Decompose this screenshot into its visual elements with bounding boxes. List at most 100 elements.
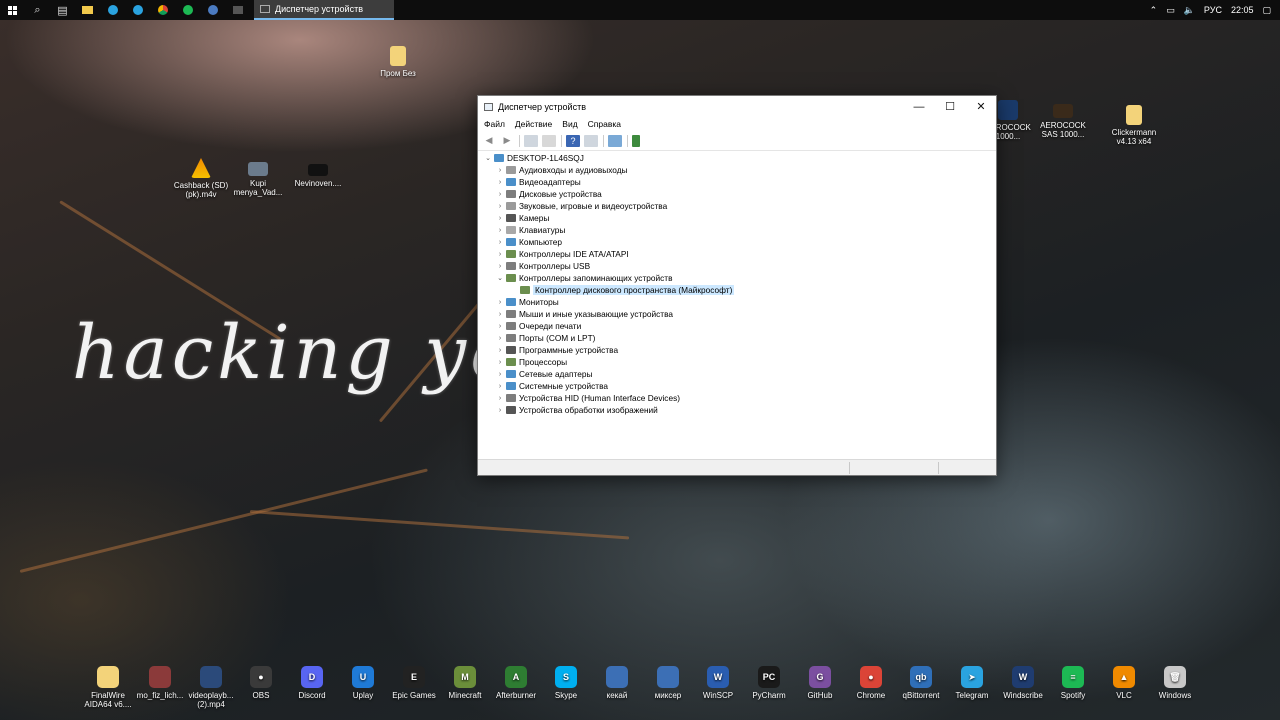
desktop-icon-cashback[interactable]: Cashback (SD) (pk).m4v: [170, 158, 232, 199]
desktop-shortcut[interactable]: A Afterburner: [488, 666, 544, 700]
task-view-icon[interactable]: ▤: [50, 0, 75, 20]
search-icon[interactable]: ⌕: [25, 0, 50, 20]
tree-item[interactable]: › Мыши и иные указывающие устройства: [479, 308, 995, 320]
desktop-shortcut[interactable]: U Uplay: [335, 666, 391, 700]
chevron-right-icon[interactable]: ›: [495, 251, 505, 258]
chevron-right-icon[interactable]: ›: [495, 323, 505, 330]
tree-item[interactable]: ⌄ Контроллеры запоминающих устройств: [479, 272, 995, 284]
tree-item[interactable]: › Системные устройства: [479, 380, 995, 392]
chevron-right-icon[interactable]: ›: [495, 179, 505, 186]
chevron-right-icon[interactable]: ›: [495, 311, 505, 318]
chevron-right-icon[interactable]: ›: [495, 407, 505, 414]
desktop-shortcut[interactable]: E Epic Games: [386, 666, 442, 700]
chevron-right-icon[interactable]: ›: [495, 299, 505, 306]
desktop-shortcut[interactable]: ≡ Spotify: [1045, 666, 1101, 700]
desktop-shortcut[interactable]: videoplayb... (2).mp4: [183, 666, 239, 709]
monitor-icon[interactable]: [608, 134, 622, 147]
chevron-right-icon[interactable]: ›: [495, 263, 505, 270]
menu-view[interactable]: Вид: [562, 119, 577, 129]
tree-item[interactable]: › Порты (COM и LPT): [479, 332, 995, 344]
back-icon[interactable]: ◀: [482, 135, 496, 147]
desktop-shortcut[interactable]: qb qBittorrent: [893, 666, 949, 700]
tree-item[interactable]: › Камеры: [479, 212, 995, 224]
forward-icon[interactable]: ▶: [500, 135, 514, 147]
tree-item[interactable]: › Мониторы: [479, 296, 995, 308]
chevron-down-icon[interactable]: ⌄: [495, 274, 505, 282]
tree-item[interactable]: › Видеоадаптеры: [479, 176, 995, 188]
explorer-icon[interactable]: [75, 0, 100, 20]
close-button[interactable]: ✕: [966, 96, 996, 117]
tree-item[interactable]: › Контроллеры IDE ATA/ATAPI: [479, 248, 995, 260]
language-indicator[interactable]: РУС: [1204, 5, 1222, 15]
chevron-right-icon[interactable]: ›: [495, 347, 505, 354]
chevron-down-icon[interactable]: ⌄: [483, 154, 493, 162]
tree-child-item[interactable]: Контроллер дискового пространства (Майкр…: [479, 284, 995, 296]
tree-item[interactable]: › Устройства HID (Human Interface Devices…: [479, 392, 995, 404]
network-icon[interactable]: ▭: [1166, 5, 1175, 16]
menu-action[interactable]: Действие: [515, 119, 552, 129]
minimize-button[interactable]: —: [904, 96, 934, 117]
tree-item[interactable]: › Компьютер: [479, 236, 995, 248]
tree-item[interactable]: › Программные устройства: [479, 344, 995, 356]
update-driver-icon[interactable]: [632, 134, 640, 147]
chevron-right-icon[interactable]: ›: [495, 359, 505, 366]
clock[interactable]: 22:05: [1231, 5, 1254, 15]
tree-item[interactable]: › Аудиовходы и аудиовыходы: [479, 164, 995, 176]
desktop-shortcut[interactable]: миксер: [640, 666, 696, 700]
show-hide-icon[interactable]: [542, 134, 556, 147]
desktop-shortcut[interactable]: ➤ Telegram: [944, 666, 1000, 700]
desktop-shortcut[interactable]: W Windscribe: [995, 666, 1051, 700]
desktop-shortcut[interactable]: G GitHub: [792, 666, 848, 700]
tree-item[interactable]: › Клавиатуры: [479, 224, 995, 236]
menu-help[interactable]: Справка: [588, 119, 621, 129]
chevron-right-icon[interactable]: ›: [495, 167, 505, 174]
desktop-shortcut[interactable]: 🗑 Windows: [1147, 666, 1203, 700]
chevron-right-icon[interactable]: ›: [495, 227, 505, 234]
taskbar-active-window[interactable]: Диспетчер устройств: [254, 0, 394, 20]
title-bar[interactable]: Диспетчер устройств — ☐ ✕: [478, 96, 996, 117]
notification-icon[interactable]: ▢: [1262, 5, 1271, 16]
desktop-shortcut[interactable]: M Minecraft: [437, 666, 493, 700]
app-icon[interactable]: [225, 0, 250, 20]
desktop-shortcut[interactable]: ▲ VLC: [1096, 666, 1152, 700]
desktop-icon-prom[interactable]: Пром Без: [367, 46, 429, 78]
chevron-right-icon[interactable]: ›: [495, 215, 505, 222]
telegram-icon[interactable]: [100, 0, 125, 20]
tree-item[interactable]: › Устройства обработки изображений: [479, 404, 995, 416]
desktop-shortcut[interactable]: D Discord: [284, 666, 340, 700]
chrome-icon[interactable]: [150, 0, 175, 20]
desktop-shortcut[interactable]: ● OBS: [233, 666, 289, 700]
chevron-right-icon[interactable]: ›: [495, 395, 505, 402]
maximize-button[interactable]: ☐: [935, 96, 965, 117]
chevron-right-icon[interactable]: ›: [495, 383, 505, 390]
chevron-up-icon[interactable]: ⌃: [1150, 5, 1158, 16]
tree-item[interactable]: › Очереди печати: [479, 320, 995, 332]
chevron-right-icon[interactable]: ›: [495, 203, 505, 210]
help-icon[interactable]: ?: [566, 134, 580, 147]
tree-item[interactable]: › Процессоры: [479, 356, 995, 368]
tree-item[interactable]: › Дисковые устройства: [479, 188, 995, 200]
chevron-right-icon[interactable]: ›: [495, 371, 505, 378]
volume-icon[interactable]: 🔈: [1184, 5, 1195, 16]
steam-icon[interactable]: [200, 0, 225, 20]
chevron-right-icon[interactable]: ›: [495, 239, 505, 246]
properties-icon[interactable]: [524, 134, 538, 147]
chevron-right-icon[interactable]: ›: [495, 335, 505, 342]
tree-item[interactable]: › Звуковые, игровые и видеоустройства: [479, 200, 995, 212]
start-icon[interactable]: [0, 0, 25, 20]
tree-root[interactable]: ⌄ DESKTOP-1L46SQJ: [479, 152, 995, 164]
chevron-right-icon[interactable]: ›: [495, 191, 505, 198]
tree-item[interactable]: › Контроллеры USB: [479, 260, 995, 272]
desktop-shortcut[interactable]: PC PyCharm: [741, 666, 797, 700]
desktop-icon-aerococo2[interactable]: AEROCOCK SAS 1000...: [1032, 104, 1094, 139]
desktop-icon-clickermann[interactable]: Clickermann v4.13 x64: [1103, 105, 1165, 146]
desktop-shortcut[interactable]: W WinSCP: [690, 666, 746, 700]
view-icon[interactable]: [584, 134, 598, 147]
desktop-shortcut[interactable]: S Skype: [538, 666, 594, 700]
desktop-icon-nevinoven[interactable]: Nevinoven....: [287, 164, 349, 188]
desktop-shortcut[interactable]: ● Chrome: [843, 666, 899, 700]
desktop-shortcut[interactable]: кекай: [589, 666, 645, 700]
desktop-icon-kupi[interactable]: Kupi menya_Vad...: [227, 162, 289, 197]
menu-file[interactable]: Файл: [484, 119, 505, 129]
desktop-shortcut[interactable]: mo_fiz_lich...: [132, 666, 188, 700]
